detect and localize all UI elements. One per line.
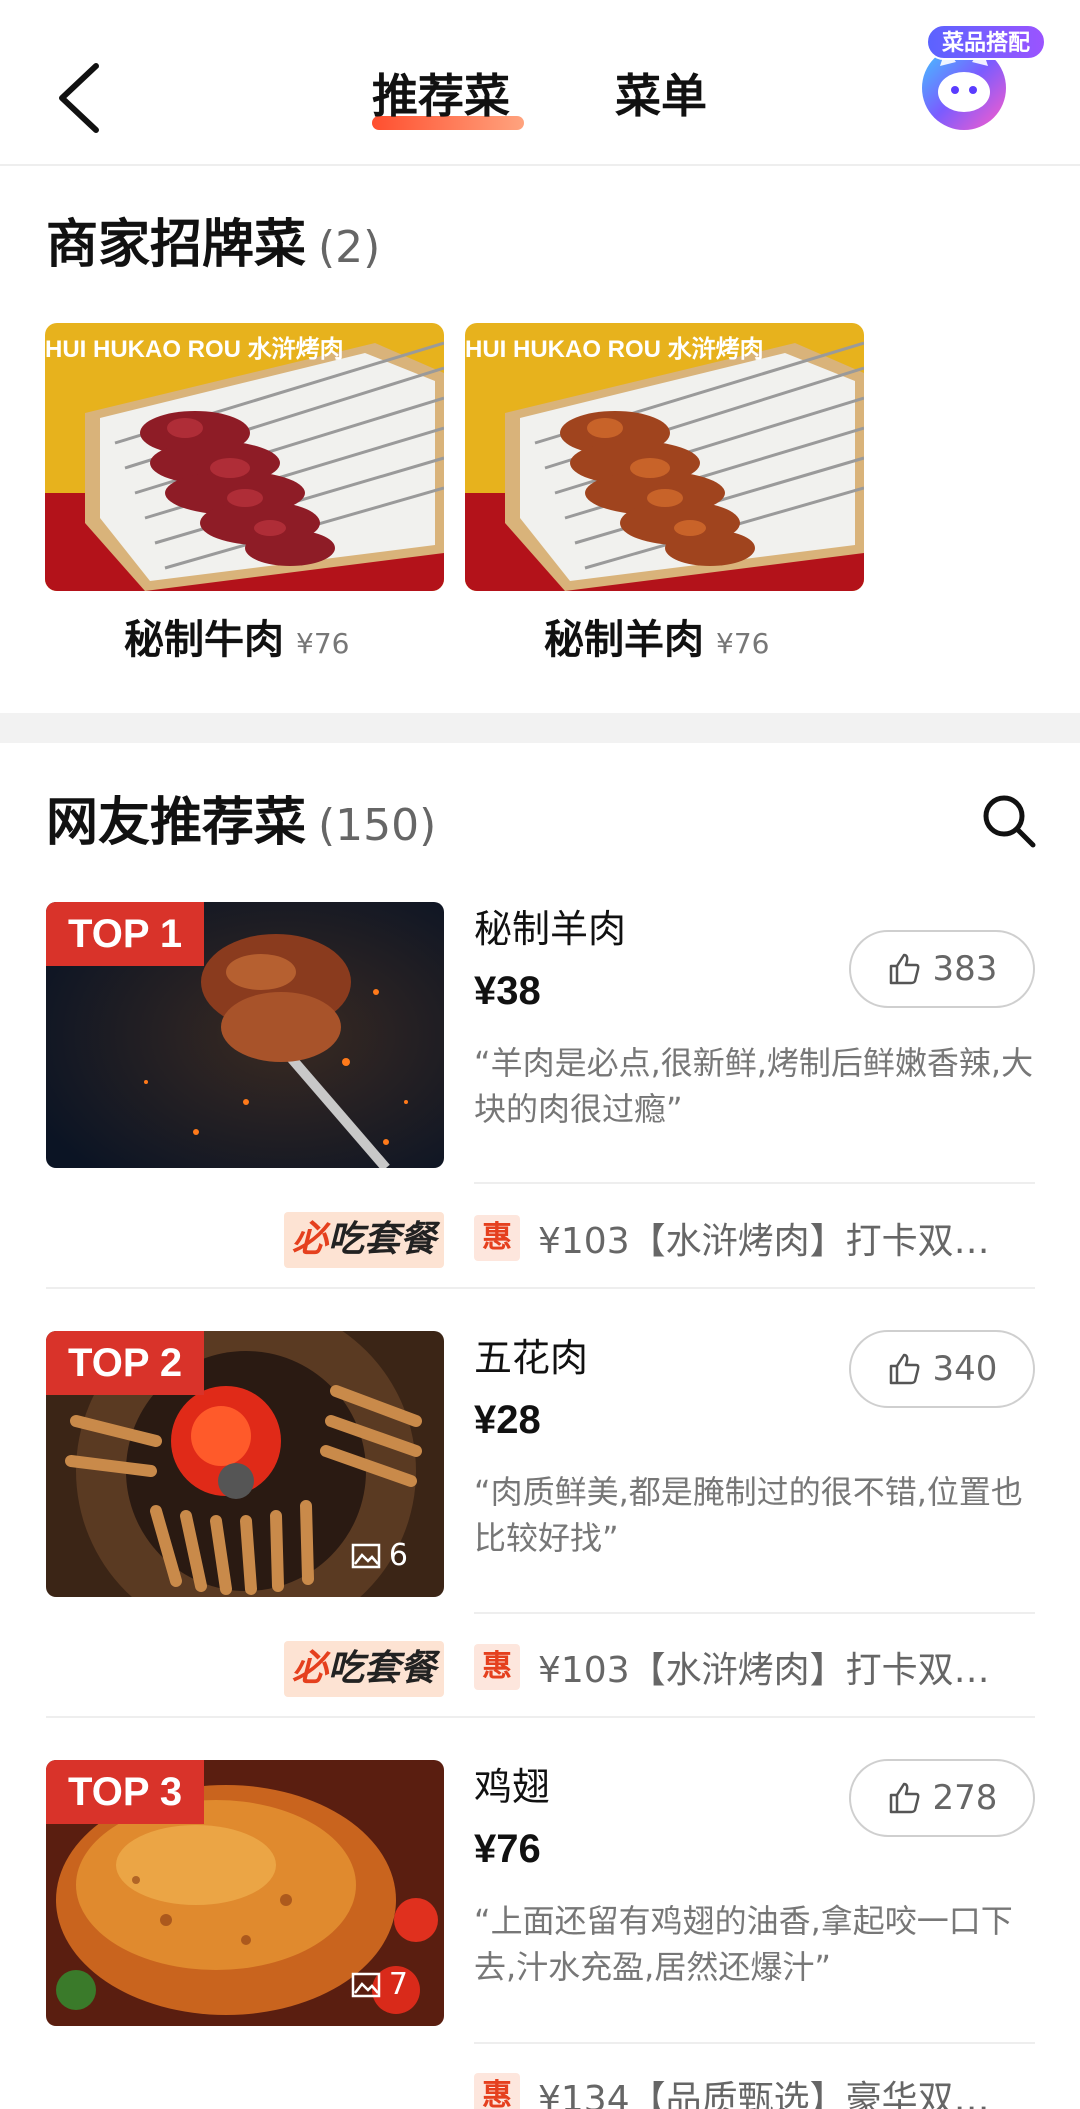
rank-tag: TOP 2 (46, 1331, 205, 1395)
photo-count: 7 (351, 1968, 408, 2002)
dish-name: 五花肉 (474, 1336, 589, 1380)
signature-dish-card[interactable]: HUI HUKAO ROU 水浒烤肉 (45, 323, 444, 591)
dish-image[interactable]: TOP 3 7 (46, 1760, 444, 2026)
photo-count-value: 7 (388, 1967, 408, 2002)
deal-text: ¥134【品质甄选】豪华双… (538, 2079, 990, 2109)
signature-dish-price: ¥76 (716, 627, 770, 660)
deal-row[interactable]: 惠 ¥134【品质甄选】豪华双… (474, 2068, 1034, 2109)
item-separator (46, 1287, 1035, 1289)
signature-dish-label: 秘制牛肉 ¥76 (124, 610, 349, 674)
deal-text: ¥103【水浒烤肉】打卡双… (538, 1650, 990, 1691)
like-count: 340 (932, 1349, 998, 1389)
discount-tag: 惠 (474, 1215, 520, 1261)
back-arrow-icon[interactable] (52, 58, 108, 138)
thumbs-up-icon (889, 1782, 920, 1814)
signature-title: 商家招牌菜 (46, 215, 307, 275)
signature-section-title: 商家招牌菜 (2) (46, 210, 380, 283)
photo-count: 6 (351, 1539, 408, 1573)
must-eat-combo-badge[interactable]: 必吃套餐 (284, 1212, 444, 1268)
row-separator (474, 2042, 1035, 2044)
dish-price: ¥38 (474, 969, 541, 1013)
combo-label-rest: 吃套餐 (328, 1219, 437, 1260)
image-watermark-text: HUI HUKAO ROU 水浒烤肉 (45, 335, 344, 363)
recommended-count: (150) (318, 800, 437, 851)
rank-tag: TOP 1 (46, 902, 205, 966)
photo-count-value: 6 (388, 1538, 408, 1573)
recommended-title: 网友推荐菜 (46, 793, 307, 853)
combo-label: 必 (291, 1219, 328, 1260)
section-divider (0, 713, 1080, 743)
dish-price: ¥76 (474, 1827, 541, 1871)
deal-row[interactable]: 惠 ¥103【水浒烤肉】打卡双… (474, 1210, 1034, 1266)
signature-dish-label: 秘制羊肉 ¥76 (544, 610, 769, 674)
discount-tag: 惠 (474, 2073, 520, 2109)
deal-row[interactable]: 惠 ¥103【水浒烤肉】打卡双… (474, 1639, 1034, 1695)
like-button[interactable]: 383 (849, 930, 1035, 1008)
signature-dish-name: 秘制牛肉 (124, 617, 284, 663)
lamb-skewers-image: HUI HUKAO ROU 水浒烤肉 (465, 323, 864, 591)
beef-skewers-image: HUI HUKAO ROU 水浒烤肉 (45, 323, 444, 591)
must-eat-combo-badge[interactable]: 必吃套餐 (284, 1641, 444, 1697)
tab-recommended[interactable]: 推荐菜 (372, 66, 510, 126)
signature-dish-price: ¥76 (296, 627, 350, 660)
like-button[interactable]: 340 (849, 1330, 1035, 1408)
dish-name: 秘制羊肉 (474, 907, 627, 951)
tab-menu[interactable]: 菜单 (615, 66, 707, 126)
dish-review: “肉质鲜美,都是腌制过的很不错,位置也比较好找” (474, 1473, 1023, 1557)
signature-count: (2) (318, 222, 381, 273)
thumbs-up-icon (889, 953, 920, 985)
signature-dish-card[interactable]: HUI HUKAO ROU 水浒烤肉 (465, 323, 864, 591)
assistant-badge[interactable]: 菜品搭配 (926, 24, 1047, 60)
like-count: 383 (932, 949, 998, 989)
rank-tag: TOP 3 (46, 1760, 205, 1824)
recommended-section-title: 网友推荐菜 (150) (46, 788, 436, 861)
item-separator (46, 1716, 1035, 1718)
dish-name: 鸡翅 (474, 1765, 551, 1809)
like-button[interactable]: 278 (849, 1759, 1035, 1837)
dish-price: ¥28 (474, 1398, 541, 1442)
like-count: 278 (932, 1778, 998, 1818)
search-icon[interactable] (980, 792, 1038, 850)
image-watermark-text: HUI HUKAO ROU 水浒烤肉 (465, 335, 764, 363)
row-separator (474, 1612, 1035, 1614)
dish-image[interactable]: TOP 1 (46, 902, 444, 1168)
dish-review: “上面还留有鸡翅的油香,拿起咬一口下去,汁水充盈,居然还爆汁” (474, 1902, 1013, 1986)
thumbs-up-icon (889, 1353, 920, 1385)
discount-tag: 惠 (474, 1644, 520, 1690)
signature-dish-name: 秘制羊肉 (544, 617, 704, 663)
image-icon (351, 1972, 381, 1998)
combo-label: 必 (291, 1648, 328, 1689)
deal-text: ¥103【水浒烤肉】打卡双… (538, 1221, 990, 1262)
combo-label-rest: 吃套餐 (328, 1648, 437, 1689)
top-nav-bar: 推荐菜 菜单 菜品搭配 (0, 0, 1080, 166)
image-icon (351, 1543, 381, 1569)
dish-image[interactable]: TOP 2 6 (46, 1331, 444, 1597)
dish-review: “羊肉是必点,很新鲜,烤制后鲜嫩香辣,大块的肉很过瘾” (474, 1044, 1034, 1128)
row-separator (474, 1182, 1035, 1184)
